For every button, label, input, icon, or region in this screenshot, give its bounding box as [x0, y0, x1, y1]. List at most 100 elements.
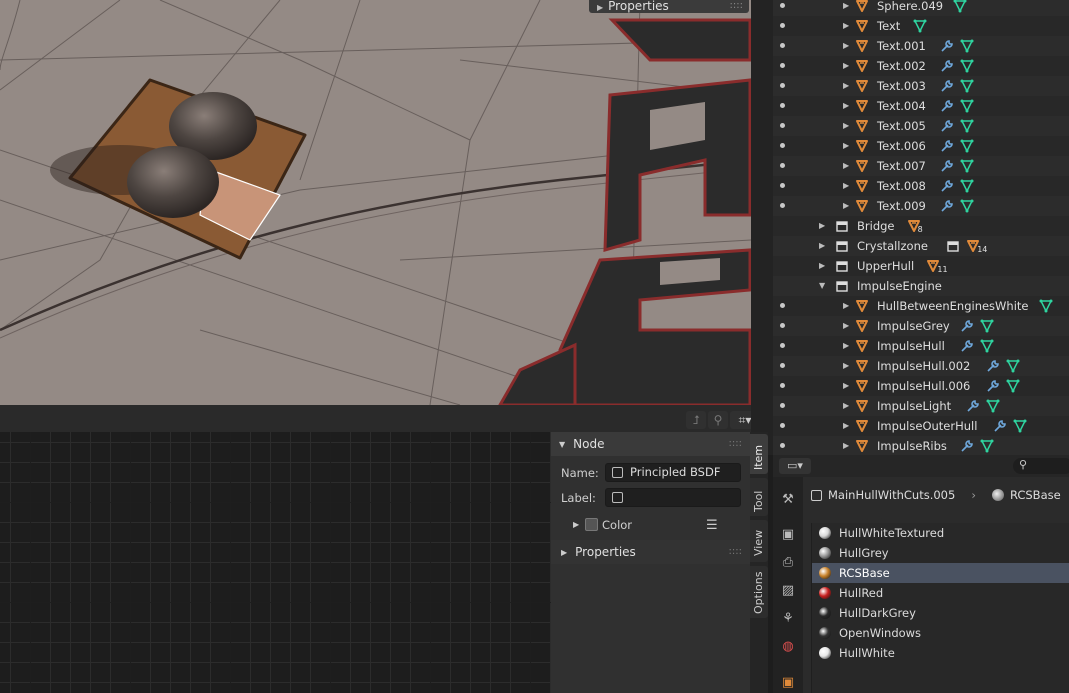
collapsed-triangle-icon[interactable]: ▶ — [843, 81, 849, 90]
mesh-data-icon[interactable] — [960, 199, 974, 213]
visibility-dot-icon[interactable] — [780, 183, 785, 188]
modifier-wrench-icon[interactable] — [940, 199, 954, 213]
outliner-object-row[interactable]: ▶ HullBetweenEnginesWhite — [773, 296, 1069, 316]
tab-view[interactable]: View — [750, 520, 768, 562]
modifier-wrench-icon[interactable] — [940, 119, 954, 133]
mesh-data-icon[interactable] — [986, 399, 1000, 413]
outliner-object-row[interactable]: ▶ ImpulseHull.002 — [773, 356, 1069, 376]
visibility-dot-icon[interactable] — [780, 323, 785, 328]
collapsed-triangle-icon[interactable]: ▶ — [843, 381, 849, 390]
mesh-data-icon[interactable] — [960, 79, 974, 93]
panel-grip-icon[interactable]: :::: — [729, 438, 742, 449]
tab-options[interactable]: Options — [750, 566, 768, 618]
outliner-object-row[interactable]: ▶ Text.003 — [773, 76, 1069, 96]
outliner-object-row[interactable]: ▶ Text.004 — [773, 96, 1069, 116]
node-properties-panel-header[interactable]: ▶ Properties :::: — [551, 540, 750, 564]
modifier-wrench-icon[interactable] — [940, 79, 954, 93]
collapsed-triangle-icon[interactable]: ▶ — [843, 161, 849, 170]
material-slot[interactable]: OpenWindows — [812, 623, 1069, 643]
outliner-object-row[interactable]: ▶ Text.007 — [773, 156, 1069, 176]
collapsed-triangle-icon[interactable]: ▶ — [843, 1, 849, 10]
collapsed-triangle-icon[interactable]: ▶ — [843, 201, 849, 210]
visibility-dot-icon[interactable] — [780, 63, 785, 68]
outliner-collection-row[interactable]: ▼ ImpulseEngine — [773, 276, 1069, 296]
modifier-wrench-icon[interactable] — [966, 399, 980, 413]
modifier-wrench-icon[interactable] — [940, 59, 954, 73]
modifier-wrench-icon[interactable] — [940, 39, 954, 53]
collapsed-triangle-icon[interactable]: ▶ — [843, 361, 849, 370]
modifier-wrench-icon[interactable] — [986, 359, 1000, 373]
material-slot[interactable]: HullDarkGrey — [812, 603, 1069, 623]
mesh-data-icon[interactable] — [960, 159, 974, 173]
visibility-dot-icon[interactable] — [780, 43, 785, 48]
mesh-data-icon[interactable] — [913, 19, 927, 33]
outliner-object-row[interactable]: ▶ ImpulseHull.006 — [773, 376, 1069, 396]
mesh-data-icon[interactable] — [1006, 359, 1020, 373]
snap-mode-dropdown[interactable]: ⌗▾ — [730, 411, 751, 429]
collapsed-triangle-icon[interactable]: ▶ — [819, 241, 825, 250]
visibility-dot-icon[interactable] — [780, 403, 785, 408]
visibility-dot-icon[interactable] — [780, 303, 785, 308]
outliner-object-row[interactable]: ▶ ImpulseLight — [773, 396, 1069, 416]
collapsed-triangle-icon[interactable]: ▶ — [843, 61, 849, 70]
render-tab-icon[interactable]: ▣ — [777, 524, 799, 546]
collapsed-triangle-icon[interactable]: ▶ — [843, 141, 849, 150]
material-slot[interactable]: HullWhite — [812, 643, 1069, 663]
editor-type-dropdown[interactable]: ▭▾ — [779, 458, 811, 474]
mesh-data-icon[interactable] — [1039, 299, 1053, 313]
modifier-wrench-icon[interactable] — [940, 179, 954, 193]
visibility-dot-icon[interactable] — [780, 363, 785, 368]
view-layer-tab-icon[interactable]: ▨ — [777, 580, 799, 602]
mesh-data-icon[interactable] — [980, 339, 994, 353]
visibility-dot-icon[interactable] — [780, 123, 785, 128]
tab-tool[interactable]: Tool — [750, 478, 768, 516]
visibility-dot-icon[interactable] — [780, 23, 785, 28]
output-tab-icon[interactable]: ⎙ — [777, 552, 799, 574]
area-divider[interactable] — [751, 0, 773, 455]
panel-grip-icon[interactable]: :::: — [729, 546, 742, 557]
outliner-object-row[interactable]: ▶ Text.008 — [773, 176, 1069, 196]
modifier-wrench-icon[interactable] — [960, 319, 974, 333]
viewport-properties-panel-header[interactable]: ▶ Properties :::: — [589, 0, 749, 13]
collapsed-triangle-icon[interactable]: ▶ — [843, 401, 849, 410]
mesh-data-icon[interactable] — [980, 439, 994, 453]
modifier-wrench-icon[interactable] — [940, 99, 954, 113]
snap-icon[interactable]: ⚲ — [708, 411, 728, 429]
color-checkbox[interactable] — [585, 518, 598, 531]
collapsed-triangle-icon[interactable]: ▶ — [819, 221, 825, 230]
node-name-field[interactable]: Principled BSDF — [605, 463, 741, 482]
collapsed-triangle-icon[interactable]: ▶ — [843, 41, 849, 50]
outliner[interactable]: ▶ Sphere.049 ▶ Text ▶ Text.001 ▶ Text.002 ▶ Text.… — [773, 0, 1069, 455]
node-label-field[interactable] — [605, 488, 741, 507]
material-slot[interactable]: HullWhiteTextured — [812, 523, 1069, 543]
mesh-data-icon[interactable] — [1006, 379, 1020, 393]
expanded-triangle-icon[interactable]: ▼ — [819, 281, 825, 290]
panel-grip-icon[interactable]: :::: — [730, 0, 743, 12]
shader-node-editor[interactable]: ⮥ ⚲ ⌗▾ ▼ Node :::: Name: Principled BSDF… — [0, 405, 751, 693]
visibility-dot-icon[interactable] — [780, 3, 785, 8]
visibility-dot-icon[interactable] — [780, 203, 785, 208]
properties-search[interactable]: ⚲ — [1013, 458, 1069, 474]
node-panel-header[interactable]: ▼ Node :::: — [551, 432, 750, 456]
mesh-data-icon[interactable] — [960, 99, 974, 113]
mesh-data-icon[interactable] — [1013, 419, 1027, 433]
tool-tab-icon[interactable]: ⚒ — [777, 489, 799, 511]
outliner-object-row[interactable]: ▶ Text.005 — [773, 116, 1069, 136]
outliner-collection-row[interactable]: ▶ UpperHull 11 — [773, 256, 1069, 276]
collapsed-triangle-icon[interactable]: ▶ — [843, 421, 849, 430]
outliner-object-row[interactable]: ▶ Text.002 — [773, 56, 1069, 76]
object-tab-icon[interactable]: ▣ — [777, 672, 799, 693]
modifier-wrench-icon[interactable] — [940, 139, 954, 153]
outliner-object-row[interactable]: ▶ Sphere.049 — [773, 0, 1069, 16]
modifier-wrench-icon[interactable] — [940, 159, 954, 173]
visibility-dot-icon[interactable] — [780, 383, 785, 388]
mesh-data-icon[interactable] — [953, 0, 967, 13]
outliner-collection-row[interactable]: ▶ Crystallzone 14 — [773, 236, 1069, 256]
color-presets-list-icon[interactable]: ☰ — [706, 518, 718, 533]
mesh-data-icon[interactable] — [960, 139, 974, 153]
outliner-collection-row[interactable]: ▶ Bridge 8 — [773, 216, 1069, 236]
tab-item[interactable]: Item — [750, 434, 768, 474]
modifier-wrench-icon[interactable] — [960, 439, 974, 453]
collapsed-triangle-icon[interactable]: ▶ — [843, 181, 849, 190]
outliner-object-row[interactable]: ▶ ImpulseOuterHull — [773, 416, 1069, 436]
